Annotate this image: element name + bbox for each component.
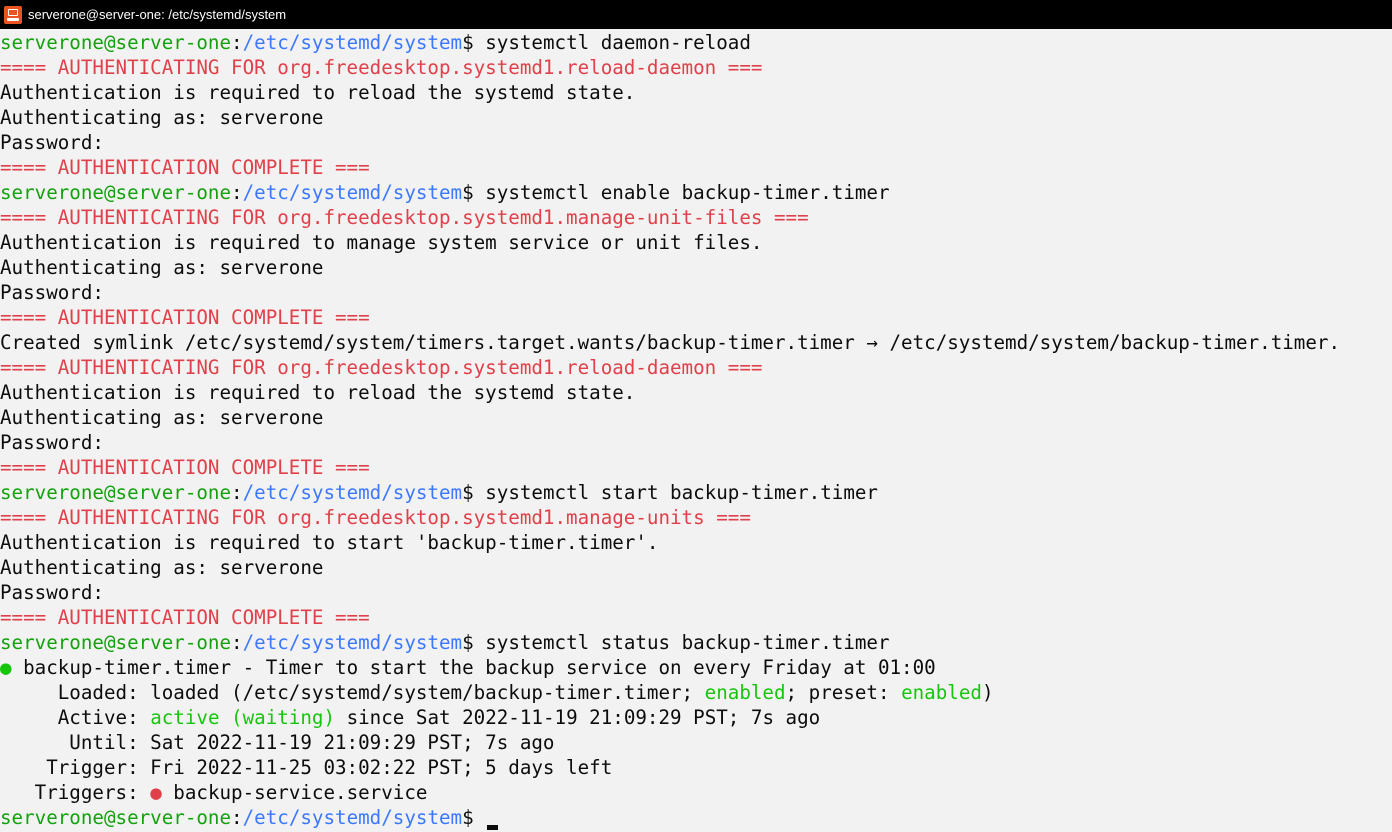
terminal-text: Trigger: Fri 2022-11-25 03:02:22 PST; 5 … <box>0 756 613 779</box>
terminal-line: ==== AUTHENTICATING FOR org.freedesktop.… <box>0 55 1392 80</box>
terminal-line: ==== AUTHENTICATING FOR org.freedesktop.… <box>0 205 1392 230</box>
terminal-output[interactable]: serverone@server-one:/etc/systemd/system… <box>0 30 1392 832</box>
terminal-text: Authenticating as: serverone <box>0 256 324 279</box>
terminal-line: Trigger: Fri 2022-11-25 03:02:22 PST; 5 … <box>0 755 1392 780</box>
terminal-line: ● backup-timer.timer - Timer to start th… <box>0 655 1392 680</box>
terminal-text: Password: <box>0 281 104 304</box>
terminal-line: serverone@server-one:/etc/systemd/system… <box>0 630 1392 655</box>
terminal-text: : <box>231 481 243 504</box>
terminal-text: Created symlink /etc/systemd/system/time… <box>0 331 1341 354</box>
terminal-text: Active: <box>0 706 151 729</box>
terminal-line: Authentication is required to reload the… <box>0 80 1392 105</box>
terminal-text: ) <box>981 681 994 704</box>
window-titlebar: serverone@server-one: /etc/systemd/syste… <box>0 0 1392 29</box>
terminal-text: $ systemctl daemon-reload <box>462 31 751 54</box>
terminal-text: Until: Sat 2022-11-19 21:09:29 PST; 7s a… <box>0 731 555 754</box>
prompt-user: serverone@server-one <box>0 481 232 504</box>
terminal-text: Password: <box>0 131 104 154</box>
terminal-text: ; preset: <box>785 681 902 704</box>
terminal-line: Until: Sat 2022-11-19 21:09:29 PST; 7s a… <box>0 730 1392 755</box>
terminal-line: Authenticating as: serverone <box>0 255 1392 280</box>
prompt-path: /etc/systemd/system <box>242 31 463 54</box>
prompt-path: /etc/systemd/system <box>242 181 463 204</box>
terminal-line: Loaded: loaded (/etc/systemd/system/back… <box>0 680 1392 705</box>
auth-banner-text: ==== AUTHENTICATION COMPLETE === <box>0 606 370 629</box>
terminal-text: : <box>231 31 243 54</box>
terminal-text: Authentication is required to reload the… <box>0 81 636 104</box>
terminal-line: ==== AUTHENTICATING FOR org.freedesktop.… <box>0 355 1392 380</box>
terminal-line: ==== AUTHENTICATING FOR org.freedesktop.… <box>0 505 1392 530</box>
terminal-line: ==== AUTHENTICATION COMPLETE === <box>0 305 1392 330</box>
terminal-text: Authenticating as: serverone <box>0 556 324 579</box>
terminal-text: Authenticating as: serverone <box>0 406 324 429</box>
terminal-line: Password: <box>0 130 1392 155</box>
auth-banner-text: ==== AUTHENTICATING FOR org.freedesktop.… <box>0 506 751 529</box>
terminal-line: Password: <box>0 280 1392 305</box>
terminal-line: Authentication is required to reload the… <box>0 380 1392 405</box>
prompt-path: /etc/systemd/system <box>242 806 463 829</box>
terminal-line: Authenticating as: serverone <box>0 405 1392 430</box>
prompt-path: /etc/systemd/system <box>242 481 463 504</box>
terminal-line: Authentication is required to manage sys… <box>0 230 1392 255</box>
status-green-text: enabled <box>901 681 982 704</box>
terminal-line: Created symlink /etc/systemd/system/time… <box>0 330 1392 355</box>
auth-banner-text: ==== AUTHENTICATION COMPLETE === <box>0 456 370 479</box>
terminal-text: since Sat 2022-11-19 21:09:29 PST; 7s ag… <box>335 706 821 729</box>
terminal-text: : <box>231 181 243 204</box>
terminal-line: serverone@server-one:/etc/systemd/system… <box>0 805 1392 830</box>
auth-banner-text: ==== AUTHENTICATING FOR org.freedesktop.… <box>0 206 809 229</box>
terminal-text: $ systemctl start backup-timer.timer <box>462 481 878 504</box>
terminal-text: backup-timer.timer - Timer to start the … <box>11 656 936 679</box>
window-title: serverone@server-one: /etc/systemd/syste… <box>28 7 287 22</box>
prompt-user: serverone@server-one <box>0 631 232 654</box>
terminal-line: Authenticating as: serverone <box>0 105 1392 130</box>
terminal-line: Authentication is required to start 'bac… <box>0 530 1392 555</box>
terminal-icon <box>4 5 22 24</box>
terminal-text: Authentication is required to manage sys… <box>0 231 763 254</box>
prompt-user: serverone@server-one <box>0 31 232 54</box>
terminal-line: ==== AUTHENTICATION COMPLETE === <box>0 605 1392 630</box>
terminal-text: $ systemctl enable backup-timer.timer <box>462 181 890 204</box>
terminal-text: $ <box>462 806 486 829</box>
terminal-text: Authentication is required to reload the… <box>0 381 636 404</box>
auth-banner-text: ==== AUTHENTICATION COMPLETE === <box>0 306 370 329</box>
terminal-text: : <box>231 806 243 829</box>
terminal-text: Authentication is required to start 'bac… <box>0 531 659 554</box>
auth-banner-text: ==== AUTHENTICATION COMPLETE === <box>0 156 370 179</box>
terminal-text: Password: <box>0 431 104 454</box>
terminal-line: serverone@server-one:/etc/systemd/system… <box>0 30 1392 55</box>
prompt-user: serverone@server-one <box>0 181 232 204</box>
terminal-line: Triggers: ● backup-service.service <box>0 780 1392 805</box>
status-dot-icon: ● <box>0 656 12 679</box>
terminal-line: Password: <box>0 430 1392 455</box>
terminal-text: Password: <box>0 581 104 604</box>
terminal-text: $ systemctl status backup-timer.timer <box>462 631 890 654</box>
prompt-user: serverone@server-one <box>0 806 232 829</box>
terminal-line: ==== AUTHENTICATION COMPLETE === <box>0 455 1392 480</box>
terminal-line: Authenticating as: serverone <box>0 555 1392 580</box>
terminal-text: Authenticating as: serverone <box>0 106 324 129</box>
terminal-line: ==== AUTHENTICATION COMPLETE === <box>0 155 1392 180</box>
terminal-line: Active: active (waiting) since Sat 2022-… <box>0 705 1392 730</box>
auth-banner-text: ==== AUTHENTICATING FOR org.freedesktop.… <box>0 56 763 79</box>
terminal-text: Triggers: <box>0 781 151 804</box>
terminal-text: : <box>231 631 243 654</box>
terminal-line: serverone@server-one:/etc/systemd/system… <box>0 180 1392 205</box>
status-dot-icon: ● <box>150 781 162 804</box>
status-green-text: enabled <box>704 681 786 704</box>
status-green-text: active (waiting) <box>150 706 336 729</box>
text-cursor <box>487 825 499 830</box>
terminal-line: Password: <box>0 580 1392 605</box>
prompt-path: /etc/systemd/system <box>242 631 463 654</box>
terminal-text: backup-service.service <box>161 781 428 804</box>
auth-banner-text: ==== AUTHENTICATING FOR org.freedesktop.… <box>0 356 763 379</box>
terminal-line: serverone@server-one:/etc/systemd/system… <box>0 480 1392 505</box>
terminal-text: Loaded: loaded (/etc/systemd/system/back… <box>0 681 705 704</box>
